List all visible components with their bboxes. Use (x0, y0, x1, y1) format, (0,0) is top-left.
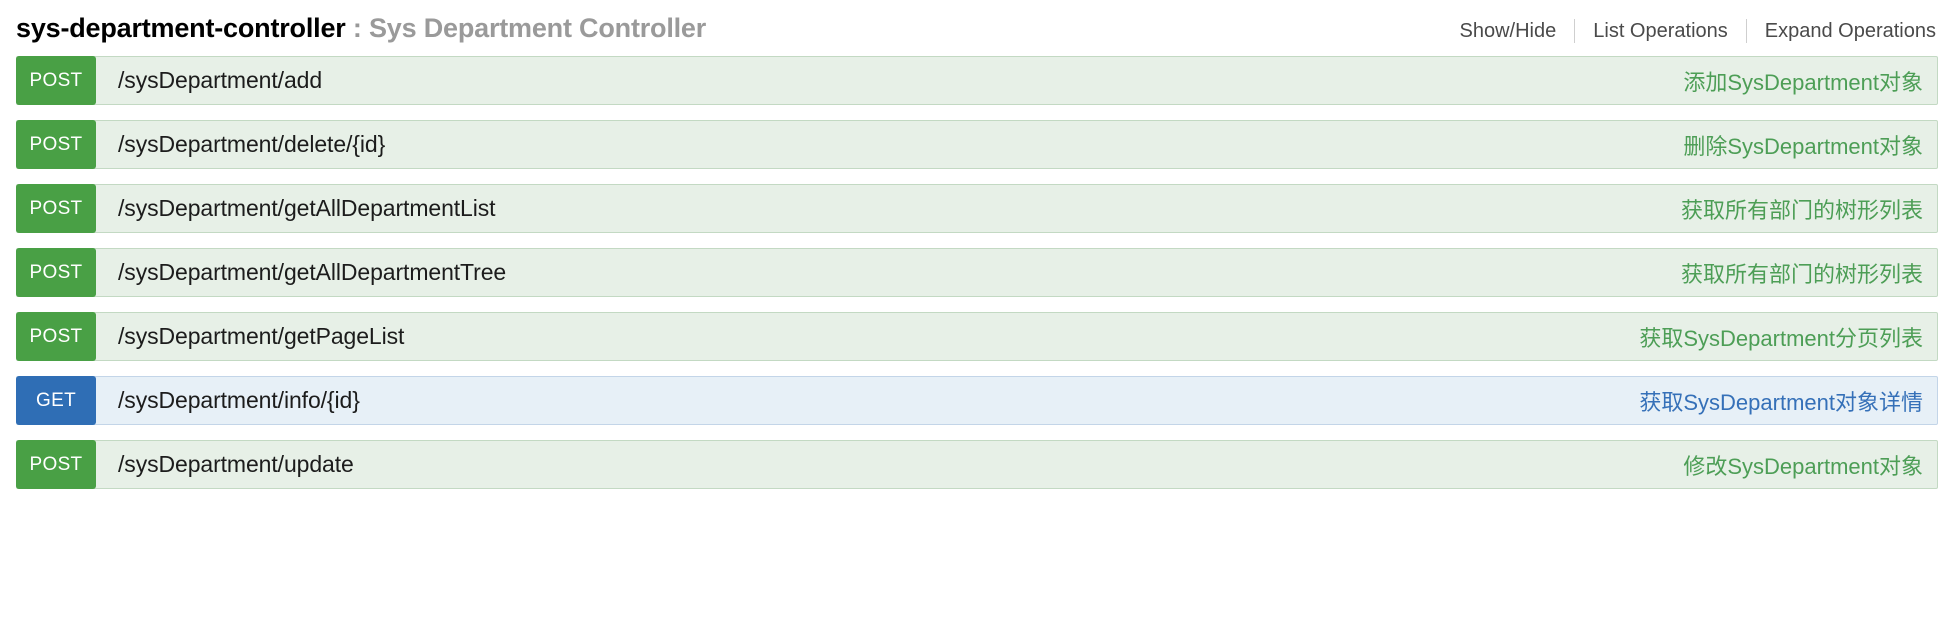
endpoint-spacer (495, 185, 1681, 232)
endpoint-spacer (506, 249, 1681, 296)
expand-operations-link[interactable]: Expand Operations (1747, 3, 1936, 59)
page-title: sys-department-controller : Sys Departme… (16, 0, 706, 56)
resource-options: Show/Hide List Operations Expand Operati… (1460, 3, 1936, 59)
list-operations-link[interactable]: List Operations (1575, 3, 1746, 59)
endpoint-description[interactable]: 添加SysDepartment对象 (1683, 57, 1937, 104)
http-method-badge[interactable]: POST (16, 312, 96, 361)
endpoint-spacer (322, 57, 1683, 104)
resource-tag-name[interactable]: sys-department-controller (16, 13, 346, 43)
endpoint-path[interactable]: /sysDepartment/update (96, 441, 354, 488)
endpoint-path[interactable]: /sysDepartment/getPageList (96, 313, 404, 360)
endpoint-description[interactable]: 获取所有部门的树形列表 (1681, 249, 1937, 296)
http-method-badge[interactable]: POST (16, 120, 96, 169)
endpoint-row[interactable]: POST /sysDepartment/getPageList 获取SysDep… (16, 312, 1938, 361)
endpoint-spacer (354, 441, 1684, 488)
endpoint-row[interactable]: GET /sysDepartment/info/{id} 获取SysDepart… (16, 376, 1938, 425)
endpoint-spacer (360, 377, 1640, 424)
http-method-badge[interactable]: GET (16, 376, 96, 425)
endpoint-description[interactable]: 删除SysDepartment对象 (1683, 121, 1937, 168)
endpoint-row[interactable]: POST /sysDepartment/add 添加SysDepartment对… (16, 56, 1938, 105)
resource-header: sys-department-controller : Sys Departme… (16, 0, 1938, 56)
endpoint-row[interactable]: POST /sysDepartment/update 修改SysDepartme… (16, 440, 1938, 489)
http-method-badge[interactable]: POST (16, 56, 96, 105)
endpoint-description[interactable]: 获取SysDepartment对象详情 (1639, 377, 1937, 424)
resource-tag-description: Sys Department Controller (368, 13, 707, 43)
endpoint-path[interactable]: /sysDepartment/getAllDepartmentTree (96, 249, 506, 296)
http-method-badge[interactable]: POST (16, 440, 96, 489)
title-separator: : (345, 13, 369, 43)
endpoint-row[interactable]: POST /sysDepartment/getAllDepartmentTree… (16, 248, 1938, 297)
api-resource-section: sys-department-controller : Sys Departme… (0, 0, 1954, 489)
endpoint-spacer (385, 121, 1683, 168)
endpoint-path[interactable]: /sysDepartment/add (96, 57, 322, 104)
show-hide-link[interactable]: Show/Hide (1460, 3, 1575, 59)
endpoint-row[interactable]: POST /sysDepartment/delete/{id} 删除SysDep… (16, 120, 1938, 169)
endpoint-description[interactable]: 修改SysDepartment对象 (1683, 441, 1937, 488)
endpoint-path[interactable]: /sysDepartment/getAllDepartmentList (96, 185, 496, 232)
endpoint-path[interactable]: /sysDepartment/info/{id} (96, 377, 360, 424)
http-method-badge[interactable]: POST (16, 248, 96, 297)
endpoint-list: POST /sysDepartment/add 添加SysDepartment对… (16, 56, 1938, 489)
endpoint-description[interactable]: 获取SysDepartment分页列表 (1639, 313, 1937, 360)
endpoint-description[interactable]: 获取所有部门的树形列表 (1681, 185, 1937, 232)
endpoint-row[interactable]: POST /sysDepartment/getAllDepartmentList… (16, 184, 1938, 233)
http-method-badge[interactable]: POST (16, 184, 96, 233)
endpoint-path[interactable]: /sysDepartment/delete/{id} (96, 121, 385, 168)
endpoint-spacer (404, 313, 1639, 360)
